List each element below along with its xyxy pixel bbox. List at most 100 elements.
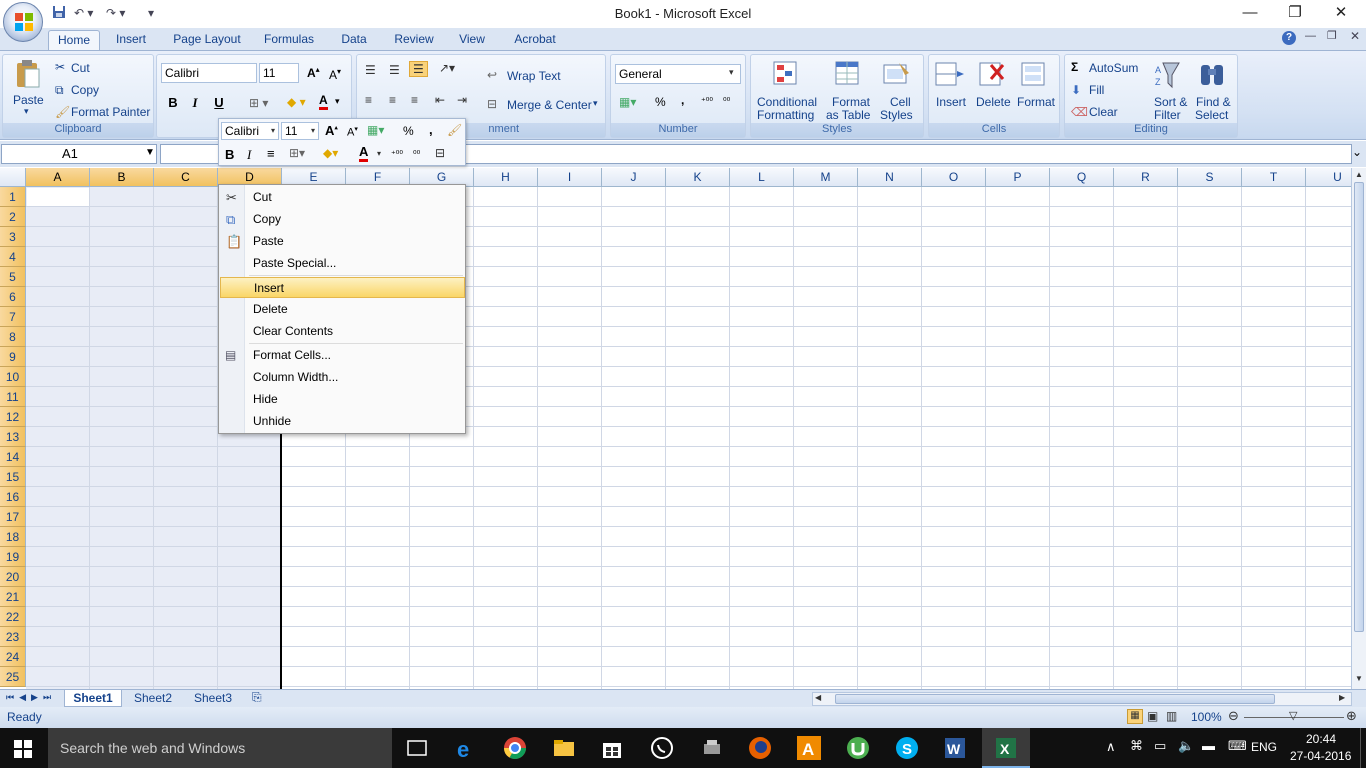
tab-review[interactable]: Review bbox=[388, 30, 440, 51]
row-header-18[interactable]: 18 bbox=[0, 527, 26, 547]
mini-comma-button[interactable]: , bbox=[429, 122, 433, 137]
copy-button[interactable]: Copy bbox=[71, 83, 99, 97]
menu-item-unhide[interactable]: Unhide bbox=[220, 411, 465, 432]
mini-decrease-decimal-icon[interactable]: ⁰⁰ bbox=[413, 149, 420, 160]
row-header-23[interactable]: 23 bbox=[0, 627, 26, 647]
close-button[interactable]: ✕ bbox=[1318, 0, 1364, 28]
menu-item-delete[interactable]: Delete bbox=[220, 299, 465, 320]
restore-button[interactable]: ❐ bbox=[1272, 0, 1318, 28]
active-cell[interactable] bbox=[27, 188, 89, 207]
undo-icon[interactable]: ↶ ▾ bbox=[74, 5, 93, 21]
fill-button[interactable]: Fill bbox=[1089, 83, 1104, 97]
merge-dropdown-icon[interactable]: ▾ bbox=[593, 98, 598, 109]
align-center-icon[interactable]: ≡ bbox=[389, 93, 396, 107]
clock-date[interactable]: 27-04-2016 bbox=[1290, 749, 1351, 763]
tab-insert[interactable]: Insert bbox=[108, 30, 154, 51]
clear-button[interactable]: Clear bbox=[1089, 105, 1118, 119]
tab-formulas[interactable]: Formulas bbox=[258, 30, 320, 51]
taskbar-search-box[interactable]: Search the web and Windows bbox=[48, 728, 392, 768]
redo-icon[interactable]: ↷ ▾ bbox=[106, 5, 125, 21]
whatsapp-icon[interactable] bbox=[650, 736, 674, 760]
mini-font-color-dropdown-icon[interactable]: ▾ bbox=[377, 149, 381, 158]
mini-currency-icon[interactable]: ▦▾ bbox=[367, 123, 384, 137]
name-box-dropdown-icon[interactable]: ▼ bbox=[145, 147, 155, 158]
conditional-formatting-label[interactable]: Conditional bbox=[757, 95, 817, 109]
ribbon-restore-icon[interactable]: ❐ bbox=[1327, 29, 1337, 42]
column-header-l[interactable]: L bbox=[730, 168, 794, 187]
sheet-nav-icons[interactable]: ⏮◀▶⏭ bbox=[6, 692, 56, 703]
column-header-n[interactable]: N bbox=[858, 168, 922, 187]
clock-time[interactable]: 20:44 bbox=[1306, 732, 1336, 746]
wrap-text-button[interactable]: Wrap Text bbox=[507, 69, 561, 83]
row-header-11[interactable]: 11 bbox=[0, 387, 26, 407]
tab-acrobat[interactable]: Acrobat bbox=[506, 30, 564, 51]
mini-increase-decimal-icon[interactable]: ⁺⁰⁰ bbox=[391, 149, 403, 160]
format-as-table-label[interactable]: Format bbox=[832, 95, 870, 109]
chrome-icon[interactable] bbox=[503, 736, 527, 760]
task-view-icon[interactable] bbox=[405, 736, 429, 760]
row-header-6[interactable]: 6 bbox=[0, 287, 26, 307]
row-header-14[interactable]: 14 bbox=[0, 447, 26, 467]
page-layout-view-icon[interactable]: ▣ bbox=[1147, 709, 1158, 723]
menu-item-copy[interactable]: Copy bbox=[220, 209, 465, 230]
menu-item-paste[interactable]: Paste bbox=[220, 231, 465, 252]
tab-data[interactable]: Data bbox=[334, 30, 374, 51]
select-all-corner[interactable] bbox=[0, 168, 26, 187]
mini-percent-button[interactable]: % bbox=[403, 124, 414, 138]
insert-sheet-icon[interactable]: ⎘ bbox=[252, 690, 262, 705]
acrobat-tray-icon[interactable]: ⌘ bbox=[1130, 738, 1143, 754]
mini-bold-button[interactable]: B bbox=[225, 147, 234, 162]
delete-cells-button[interactable]: Delete bbox=[976, 95, 1011, 109]
shrink-font-icon[interactable]: A▾ bbox=[329, 67, 341, 82]
expand-formula-bar-icon[interactable]: ⌄ bbox=[1352, 145, 1362, 159]
column-header-m[interactable]: M bbox=[794, 168, 858, 187]
scroll-right-icon[interactable]: ▶ bbox=[1339, 693, 1345, 702]
mini-fill-color-icon[interactable]: ◆▾ bbox=[323, 146, 338, 160]
device-manager-icon[interactable] bbox=[700, 736, 724, 760]
italic-button[interactable]: I bbox=[185, 93, 205, 113]
sort-filter-label-2[interactable]: Filter bbox=[1154, 108, 1181, 122]
row-header-15[interactable]: 15 bbox=[0, 467, 26, 487]
row-header-24[interactable]: 24 bbox=[0, 647, 26, 667]
vertical-scrollbar[interactable]: ▲ ▼ bbox=[1351, 168, 1366, 689]
menu-item-clear-contents[interactable]: Clear Contents bbox=[220, 321, 465, 342]
column-header-u[interactable]: U bbox=[1306, 168, 1351, 187]
page-break-view-icon[interactable]: ▥ bbox=[1166, 709, 1177, 723]
word-icon[interactable]: W bbox=[943, 736, 967, 760]
keyboard-icon[interactable]: ⌨ bbox=[1228, 738, 1247, 754]
font-size-select[interactable]: 11 bbox=[259, 63, 299, 83]
decrease-indent-icon[interactable]: ⇤ bbox=[435, 93, 445, 107]
ribbon-minimize-icon[interactable]: — bbox=[1305, 30, 1316, 42]
help-icon[interactable]: ? bbox=[1282, 31, 1296, 45]
find-select-label-2[interactable]: Select bbox=[1195, 108, 1228, 122]
row-header-19[interactable]: 19 bbox=[0, 547, 26, 567]
store-icon[interactable] bbox=[600, 736, 624, 760]
column-header-q[interactable]: Q bbox=[1050, 168, 1114, 187]
worksheet-grid[interactable]: ABCDEFGHIJKLMNOPQRSTU 1 2 3 4 5 6 7 8 9 10 11 12 13 1… bbox=[0, 168, 1351, 689]
insert-cells-button[interactable]: Insert bbox=[936, 95, 966, 109]
row-header-22[interactable]: 22 bbox=[0, 607, 26, 627]
mini-font-color-icon[interactable]: A bbox=[359, 145, 369, 162]
comma-button[interactable]: , bbox=[681, 93, 684, 107]
column-header-t[interactable]: T bbox=[1242, 168, 1306, 187]
currency-icon[interactable]: ▦▾ bbox=[619, 95, 636, 109]
edge-browser-icon[interactable]: e bbox=[455, 736, 479, 760]
column-header-o[interactable]: O bbox=[922, 168, 986, 187]
horizontal-scrollbar[interactable]: ◀ ▶ bbox=[812, 692, 1352, 706]
zoom-level[interactable]: 100% bbox=[1191, 710, 1222, 724]
column-header-c[interactable]: C bbox=[154, 168, 218, 187]
mini-italic-button[interactable]: I bbox=[247, 147, 251, 163]
grow-font-icon[interactable]: A▴ bbox=[307, 65, 320, 80]
menu-item-insert[interactable]: Insert bbox=[220, 277, 465, 298]
column-header-k[interactable]: K bbox=[666, 168, 730, 187]
merge-center-button[interactable]: Merge & Center bbox=[507, 98, 592, 112]
row-header-2[interactable]: 2 bbox=[0, 207, 26, 227]
row-header-20[interactable]: 20 bbox=[0, 567, 26, 587]
cell-styles-label[interactable]: Cell bbox=[890, 95, 911, 109]
row-header-25[interactable]: 25 bbox=[0, 667, 26, 687]
sheet-tab-sheet2[interactable]: Sheet2 bbox=[124, 690, 182, 707]
conditional-formatting-label-2[interactable]: Formatting bbox=[757, 108, 814, 122]
ribbon-close-icon[interactable]: ✕ bbox=[1350, 29, 1360, 43]
row-header-4[interactable]: 4 bbox=[0, 247, 26, 267]
scroll-left-icon[interactable]: ◀ bbox=[815, 693, 821, 702]
